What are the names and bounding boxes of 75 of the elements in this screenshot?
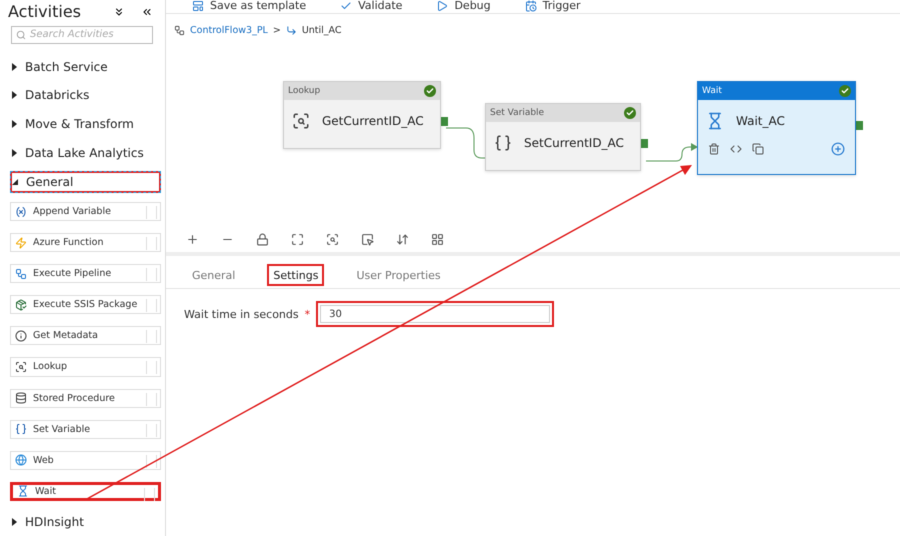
- activity-item[interactable]: Web: [10, 450, 161, 470]
- variable-icon: [15, 423, 27, 436]
- activity-node[interactable]: Set Variable SetCurrentID_AC: [485, 103, 641, 171]
- zoom-search-icon[interactable]: [326, 232, 339, 246]
- node-type: Wait: [702, 86, 722, 96]
- success-check-icon: [839, 85, 851, 97]
- pipeline-icon: [15, 268, 27, 280]
- category-header[interactable]: Data Lake Analytics: [10, 142, 153, 164]
- search-icon: [16, 30, 26, 40]
- ssis-icon: [15, 298, 27, 311]
- validate-icon: [340, 0, 352, 12]
- category-header[interactable]: General: [10, 171, 161, 194]
- category-header[interactable]: Move & Transform: [10, 113, 153, 136]
- success-check-icon: [424, 85, 436, 97]
- activity-item[interactable]: Set Variable: [10, 420, 161, 439]
- web-icon: [15, 454, 27, 466]
- breadcrumb-current: Until_AC: [302, 25, 342, 36]
- add-output-icon[interactable]: [831, 142, 845, 156]
- lookup-icon: [292, 112, 310, 130]
- node-type: Lookup: [288, 86, 320, 96]
- trigger-icon: [524, 0, 537, 12]
- search-field[interactable]: Search Activities: [11, 26, 153, 44]
- procedure-icon: [15, 392, 27, 404]
- activity-node[interactable]: Wait Wait_AC: [697, 81, 856, 175]
- activity-item[interactable]: Append Variable: [10, 202, 161, 222]
- category-header[interactable]: Batch Service: [10, 56, 153, 78]
- metadata-icon: [15, 330, 27, 342]
- node-name: GetCurrentID_AC: [322, 114, 424, 128]
- input-field[interactable]: 30: [320, 305, 550, 323]
- delete-icon[interactable]: [708, 143, 720, 155]
- template-icon: [192, 0, 204, 12]
- breadcrumb-link[interactable]: ControlFlow3_PL: [190, 25, 268, 36]
- pipeline-icon: [174, 25, 185, 36]
- function-icon: [15, 236, 27, 249]
- zoom-in-icon[interactable]: [186, 232, 199, 246]
- node-type: Set Variable: [490, 108, 544, 118]
- node-name: SetCurrentID_AC: [524, 136, 624, 150]
- activity-item[interactable]: Get Metadata: [10, 326, 161, 346]
- layout-icon[interactable]: [431, 232, 444, 246]
- arrange-icon[interactable]: [396, 232, 409, 246]
- wait-icon: [706, 112, 724, 130]
- select-icon[interactable]: [361, 232, 374, 246]
- debug-icon: [436, 0, 448, 12]
- activity-node[interactable]: Lookup GetCurrentID_AC: [283, 81, 441, 149]
- activity-item[interactable]: Wait: [10, 482, 161, 502]
- collapse-all-icon[interactable]: [113, 6, 125, 18]
- activity-item[interactable]: Stored Procedure: [10, 388, 161, 408]
- zoom-fit-icon[interactable]: [291, 232, 304, 246]
- activity-item[interactable]: Execute Pipeline: [10, 264, 161, 284]
- node-name: Wait_AC: [736, 114, 785, 128]
- copy-icon[interactable]: [752, 143, 764, 155]
- breadcrumb-separator: >: [272, 25, 281, 36]
- toolbar-button[interactable]: Debug: [436, 0, 491, 12]
- category-header[interactable]: HDInsight: [10, 511, 153, 534]
- category-header[interactable]: Databricks: [10, 84, 153, 106]
- toolbar-button[interactable]: Validate: [340, 0, 402, 12]
- lock-icon[interactable]: [256, 232, 269, 246]
- panel-tab[interactable]: General: [186, 264, 242, 286]
- required-mark: *: [304, 308, 310, 320]
- panel-tab[interactable]: Settings: [267, 264, 324, 286]
- code-icon[interactable]: [730, 143, 742, 155]
- field-label: Wait time in seconds: [184, 308, 299, 320]
- append-icon: [15, 206, 27, 218]
- activity-item[interactable]: Azure Function: [10, 233, 161, 252]
- connector-arrow: [646, 143, 698, 162]
- toolbar-button[interactable]: Trigger: [524, 0, 581, 12]
- activity-item[interactable]: Lookup: [10, 357, 161, 376]
- success-check-icon: [624, 107, 636, 119]
- wait-icon: [17, 485, 29, 498]
- lookup-icon: [15, 360, 27, 373]
- panel-tab[interactable]: User Properties: [350, 264, 447, 286]
- panel-title: Activities: [8, 2, 82, 22]
- variable-icon: [494, 134, 512, 152]
- activity-item[interactable]: Execute SSIS Package: [10, 295, 161, 314]
- toolbar-button[interactable]: Save as template: [192, 0, 306, 12]
